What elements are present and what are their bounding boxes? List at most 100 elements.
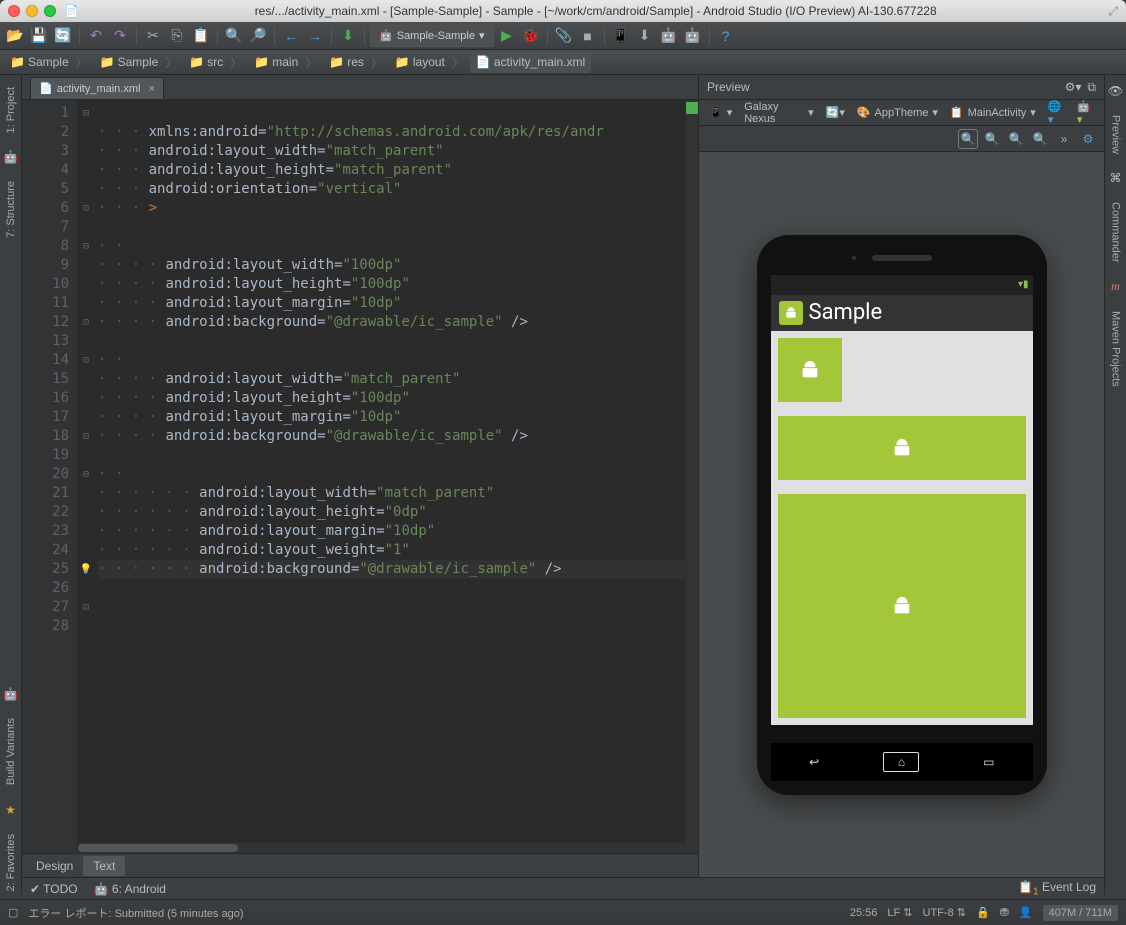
caret-position[interactable]: 25:56 bbox=[850, 907, 878, 919]
breadcrumb-item[interactable]: 📄activity_main.xml bbox=[470, 51, 591, 73]
settings-button[interactable]: ⚙ bbox=[1078, 129, 1098, 149]
avd-button[interactable]: 📱 bbox=[610, 25, 632, 47]
preview-button-1[interactable] bbox=[778, 338, 842, 402]
text-tab[interactable]: Text bbox=[83, 856, 125, 876]
horizontal-scrollbar[interactable] bbox=[78, 843, 686, 853]
todo-tool-button[interactable]: ✔ TODO bbox=[30, 882, 78, 896]
maven-tool-tab[interactable]: Maven Projects bbox=[1110, 307, 1122, 391]
paste-button[interactable]: 📋 bbox=[190, 25, 212, 47]
preview-button-3[interactable] bbox=[778, 494, 1026, 718]
preview-title: Preview bbox=[707, 80, 750, 94]
api-select[interactable]: 🤖▾ bbox=[1073, 98, 1098, 128]
zoom-fit-button[interactable]: 🔍 bbox=[958, 129, 978, 149]
gear-icon[interactable]: ⚙▾ bbox=[1065, 80, 1082, 94]
android-button[interactable]: 🤖 bbox=[682, 25, 704, 47]
ddms-button[interactable]: 🤖 bbox=[658, 25, 680, 47]
open-button[interactable]: 📂 bbox=[4, 25, 26, 47]
nav-bar: ↩ ⌂ ▭ bbox=[771, 743, 1033, 781]
preview-tool-tab[interactable]: Preview bbox=[1110, 111, 1122, 158]
editor-tab-label: activity_main.xml bbox=[57, 83, 141, 95]
more-button[interactable]: » bbox=[1054, 129, 1074, 149]
android-icon[interactable]: 🤖 bbox=[3, 149, 19, 165]
code-body[interactable]: · · · xmlns:android="http://schemas.andr… bbox=[94, 100, 698, 853]
git-icon[interactable]: ⛃ bbox=[1000, 906, 1009, 919]
editor-tabs: 📄 activity_main.xml × bbox=[22, 75, 698, 100]
lock-icon[interactable]: 🔒 bbox=[976, 906, 990, 919]
back-nav-button[interactable]: ↩ bbox=[796, 752, 832, 772]
zoom-out-button[interactable]: 🔍 bbox=[1030, 129, 1050, 149]
main-toolbar: 📂 💾 🔄 ↶ ↷ ✂ ⎘ 📋 🔍 🔎 ← → ⬇ 🤖 Sample-Sampl… bbox=[0, 22, 1126, 50]
redo-button[interactable]: ↷ bbox=[109, 25, 131, 47]
window-zoom-button[interactable] bbox=[44, 5, 56, 17]
device-name-select[interactable]: Galaxy Nexus▾ bbox=[740, 99, 817, 127]
build-variants-tab[interactable]: Build Variants bbox=[5, 714, 17, 789]
commander-tool-tab[interactable]: Commander bbox=[1110, 198, 1122, 267]
window-title: res/.../activity_main.xml - [Sample-Samp… bbox=[83, 4, 1108, 18]
restore-icon[interactable]: ⧉ bbox=[1087, 80, 1096, 95]
zoom-actual-button[interactable]: 🔍 bbox=[982, 129, 1002, 149]
zoom-in-button[interactable]: 🔍 bbox=[1006, 129, 1026, 149]
editor-mode-tabs: Design Text bbox=[22, 853, 698, 877]
favorites-tab[interactable]: 2: Favorites bbox=[5, 830, 17, 895]
make-button[interactable]: ⬇ bbox=[337, 25, 359, 47]
preview-canvas[interactable]: ▾▮ Sample ↩ ⌂ ▭ bbox=[699, 152, 1104, 877]
line-separator[interactable]: LF ⇅ bbox=[887, 906, 912, 919]
code-editor[interactable]: 1234567891011121314151617181920212223242… bbox=[22, 100, 698, 853]
sync-button[interactable]: 🔄 bbox=[52, 25, 74, 47]
maven-icon[interactable]: m bbox=[1108, 279, 1124, 295]
activity-select[interactable]: 📋MainActivity▾ bbox=[946, 104, 1040, 121]
device-select[interactable]: 📱▾ bbox=[705, 104, 736, 121]
recent-nav-button[interactable]: ▭ bbox=[971, 752, 1007, 772]
inspector-icon[interactable]: 👤 bbox=[1019, 906, 1033, 919]
debug-button[interactable]: 🐞 bbox=[520, 25, 542, 47]
back-button[interactable]: ← bbox=[280, 25, 302, 47]
copy-button[interactable]: ⎘ bbox=[166, 25, 188, 47]
editor-pane: 📄 activity_main.xml × 123456789101112131… bbox=[22, 75, 699, 877]
attach-debugger-button[interactable]: 📎 bbox=[553, 25, 575, 47]
breadcrumb-item[interactable]: 📁res〉 bbox=[323, 51, 389, 73]
cut-button[interactable]: ✂ bbox=[142, 25, 164, 47]
run-button[interactable]: ▶ bbox=[496, 25, 518, 47]
commander-icon[interactable]: ⌘ bbox=[1108, 170, 1124, 186]
layout-preview-body bbox=[771, 331, 1033, 725]
design-tab[interactable]: Design bbox=[26, 856, 83, 876]
theme-select[interactable]: 🎨AppTheme▾ bbox=[853, 104, 942, 121]
breadcrumb-item[interactable]: 📁layout〉 bbox=[389, 51, 470, 73]
orientation-select[interactable]: 🔄▾ bbox=[822, 104, 849, 121]
left-tool-gutter: 1: Project 🤖 7: Structure 🤖 Build Varian… bbox=[0, 75, 22, 895]
close-tab-icon[interactable]: × bbox=[148, 83, 154, 95]
app-title: Sample bbox=[809, 300, 883, 325]
window-close-button[interactable] bbox=[8, 5, 20, 17]
find-button[interactable]: 🔍 bbox=[223, 25, 245, 47]
breadcrumb-item[interactable]: 📁Sample〉 bbox=[4, 51, 94, 73]
breadcrumb-item[interactable]: 📁Sample〉 bbox=[94, 51, 184, 73]
sdk-button[interactable]: ⬇ bbox=[634, 25, 656, 47]
run-configuration-select[interactable]: 🤖 Sample-Sample ▾ bbox=[370, 25, 494, 47]
editor-tab[interactable]: 📄 activity_main.xml × bbox=[30, 77, 164, 99]
event-log-button[interactable]: 📋1 Event Log bbox=[1018, 880, 1096, 897]
memory-indicator[interactable]: 407M / 711M bbox=[1043, 905, 1118, 921]
window-minimize-button[interactable] bbox=[26, 5, 38, 17]
preview-pane: Preview ⚙▾ ⧉ 📱▾ Galaxy Nexus▾ 🔄▾ 🎨AppThe… bbox=[699, 75, 1104, 877]
locale-select[interactable]: 🌐▾ bbox=[1044, 98, 1069, 128]
preview-icon[interactable]: 👁 bbox=[1108, 83, 1124, 99]
android-icon[interactable]: 🤖 bbox=[3, 686, 19, 702]
forward-button[interactable]: → bbox=[304, 25, 326, 47]
encoding[interactable]: UTF-8 ⇅ bbox=[923, 906, 966, 919]
save-button[interactable]: 💾 bbox=[28, 25, 50, 47]
home-nav-button[interactable]: ⌂ bbox=[883, 752, 919, 772]
project-tool-tab[interactable]: 1: Project bbox=[5, 83, 17, 137]
breadcrumb-item[interactable]: 📁main〉 bbox=[248, 51, 323, 73]
device-screen[interactable]: ▾▮ Sample bbox=[771, 275, 1033, 725]
help-button[interactable]: ? bbox=[715, 25, 737, 47]
replace-button[interactable]: 🔎 bbox=[247, 25, 269, 47]
tool-window-toggle[interactable]: ▢ bbox=[8, 906, 18, 919]
undo-button[interactable]: ↶ bbox=[85, 25, 107, 47]
breadcrumb-item[interactable]: 📁src〉 bbox=[183, 51, 248, 73]
structure-tool-tab[interactable]: 7: Structure bbox=[5, 177, 17, 242]
stop-button[interactable]: ■ bbox=[577, 25, 599, 47]
star-icon[interactable]: ★ bbox=[3, 802, 19, 818]
preview-button-2[interactable] bbox=[778, 416, 1026, 480]
android-tool-button[interactable]: 🤖 6: Android bbox=[94, 882, 166, 896]
window-resize-icon[interactable]: ⤢ bbox=[1108, 4, 1118, 19]
